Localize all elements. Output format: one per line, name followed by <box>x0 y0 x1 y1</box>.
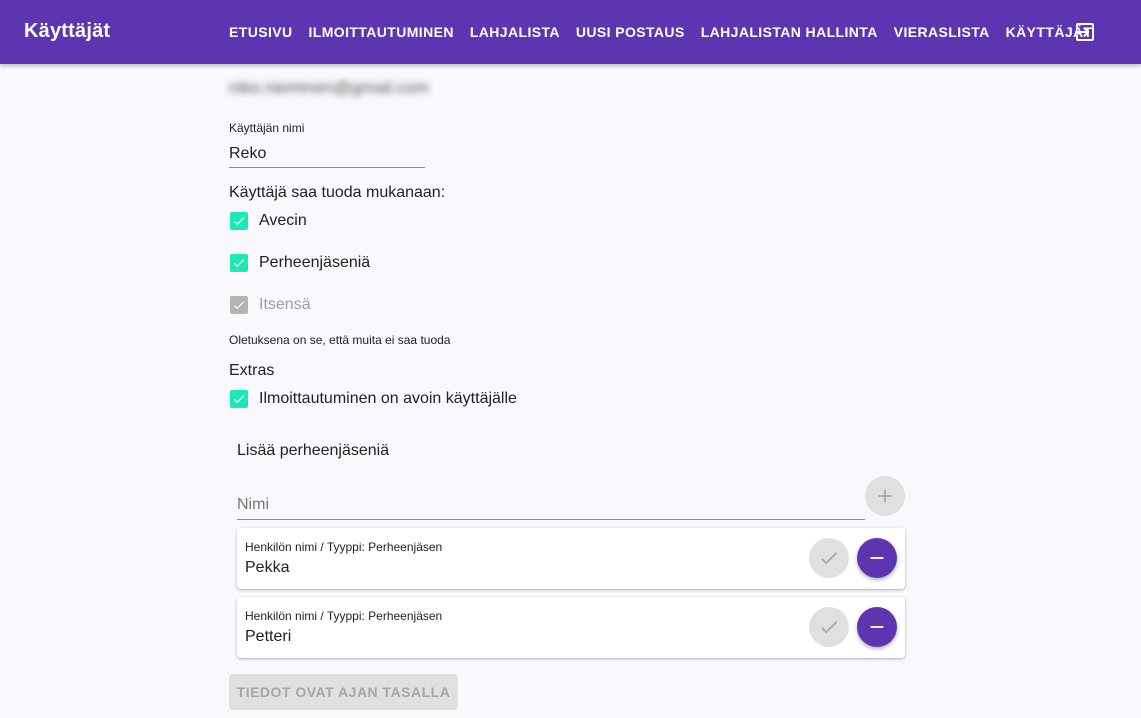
checkbox-checked-icon <box>230 212 248 230</box>
add-family-member-button[interactable] <box>865 476 905 516</box>
app-title: Käyttäjät <box>24 20 111 42</box>
nav-item-vieraslista[interactable]: VIERASLISTA <box>886 16 998 48</box>
logout-icon <box>1076 23 1094 41</box>
checkbox-family[interactable]: Perheenjäseniä <box>229 252 370 274</box>
checkbox-registration-open-label: Ilmoittautuminen on avoin käyttäjälle <box>259 390 517 407</box>
minus-icon <box>870 557 884 559</box>
checkbox-checked-icon <box>230 296 248 314</box>
nav-item-lahjalistan-hallinta[interactable]: LAHJALISTAN HALLINTA <box>693 16 886 48</box>
nav-item-etusivu[interactable]: ETUSIVU <box>221 16 300 48</box>
logout-button[interactable] <box>1073 20 1097 44</box>
family-member-name[interactable]: Petteri <box>245 628 291 646</box>
checkbox-family-label: Perheenjäseniä <box>259 254 371 271</box>
checkbox-checked-icon <box>230 254 248 272</box>
family-member-label: Henkilön nimi / Tyyppi: Perheenjäsen <box>245 609 443 623</box>
nav-item-lahjalista[interactable]: LAHJALISTA <box>462 16 568 48</box>
plus-icon <box>878 489 892 503</box>
checkbox-checked-icon <box>230 390 248 408</box>
extras-heading: Extras <box>229 362 275 379</box>
check-icon <box>821 552 838 565</box>
username-label: Käyttäjän nimi <box>229 121 305 135</box>
family-heading: Lisää perheenjäseniä <box>237 442 390 459</box>
bring-note: Oletuksena on se, että muita ei saa tuod… <box>229 333 451 347</box>
minus-icon <box>870 626 884 628</box>
remove-member-button[interactable] <box>857 607 897 647</box>
save-button[interactable]: TIEDOT OVAT AJAN TASALLA <box>229 674 458 710</box>
checkbox-self-label: Itsensä <box>259 296 311 313</box>
confirm-member-button[interactable] <box>809 538 849 578</box>
app-bar: Käyttäjät ETUSIVU ILMOITTAUTUMINEN LAHJA… <box>0 0 1141 64</box>
nav-item-ilmoittautuminen[interactable]: ILMOITTAUTUMINEN <box>300 16 461 48</box>
checkbox-registration-open[interactable]: Ilmoittautuminen on avoin käyttäjälle <box>229 388 517 410</box>
family-member-card: Henkilön nimi / Tyyppi: Perheenjäsen Pet… <box>237 597 905 658</box>
user-email: niko.nieminen@gmail.com <box>229 78 429 97</box>
check-icon <box>821 621 838 634</box>
remove-member-button[interactable] <box>857 538 897 578</box>
nav-item-uusi-postaus[interactable]: UUSI POSTAUS <box>568 16 693 48</box>
family-member-name-input[interactable] <box>237 490 865 520</box>
checkbox-avec[interactable]: Avecin <box>229 210 307 232</box>
family-member-label: Henkilön nimi / Tyyppi: Perheenjäsen <box>245 540 443 554</box>
bring-heading: Käyttäjä saa tuoda mukanaan: <box>229 184 446 201</box>
checkbox-self: Itsensä <box>229 294 311 316</box>
confirm-member-button[interactable] <box>809 607 849 647</box>
main-nav: ETUSIVU ILMOITTAUTUMINEN LAHJALISTA UUSI… <box>221 0 1100 64</box>
family-member-name[interactable]: Pekka <box>245 559 289 577</box>
username-input[interactable] <box>229 139 425 168</box>
checkbox-avec-label: Avecin <box>259 212 307 229</box>
family-member-card: Henkilön nimi / Tyyppi: Perheenjäsen Pek… <box>237 528 905 589</box>
